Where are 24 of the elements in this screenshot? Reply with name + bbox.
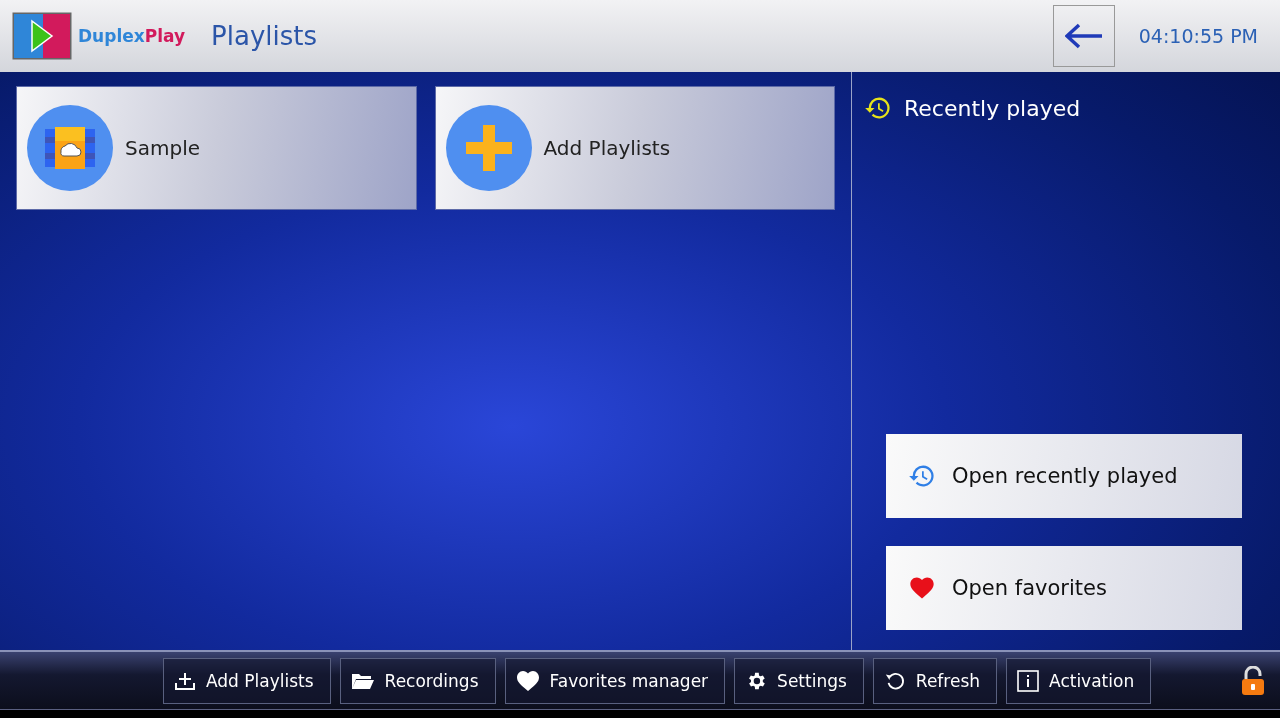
film-cloud-icon bbox=[27, 105, 113, 191]
add-playlists-button[interactable]: Add Playlists bbox=[163, 657, 331, 704]
plus-icon bbox=[445, 105, 532, 191]
brand-name: DuplexPlay bbox=[78, 26, 186, 46]
activation-button[interactable]: Activation bbox=[1006, 657, 1152, 704]
open-recently-played-button[interactable]: Open recently played bbox=[886, 434, 1242, 518]
back-button[interactable] bbox=[1052, 5, 1115, 67]
heart-icon bbox=[515, 669, 540, 692]
recently-played-heading: Recently played bbox=[904, 95, 1081, 121]
page-title: Playlists bbox=[211, 21, 318, 51]
settings-button[interactable]: Settings bbox=[734, 657, 864, 704]
open-favorites-button[interactable]: Open favorites bbox=[886, 546, 1242, 630]
back-arrow-icon bbox=[1064, 23, 1103, 49]
favorites-manager-button[interactable]: Favorites manager bbox=[504, 657, 726, 704]
playlist-tile[interactable]: Sample bbox=[16, 86, 417, 210]
info-icon bbox=[1017, 669, 1040, 692]
recordings-button[interactable]: Recordings bbox=[339, 657, 496, 704]
logo-icon bbox=[12, 12, 72, 60]
folder-icon bbox=[350, 671, 375, 690]
refresh-button[interactable]: Refresh bbox=[872, 657, 998, 704]
upload-tray-icon bbox=[174, 670, 196, 691]
clock: 04:10:55 PM bbox=[1138, 25, 1258, 47]
unlocked-padlock-icon[interactable] bbox=[1240, 665, 1266, 696]
add-playlist-tile[interactable]: Add Playlists bbox=[434, 86, 835, 210]
